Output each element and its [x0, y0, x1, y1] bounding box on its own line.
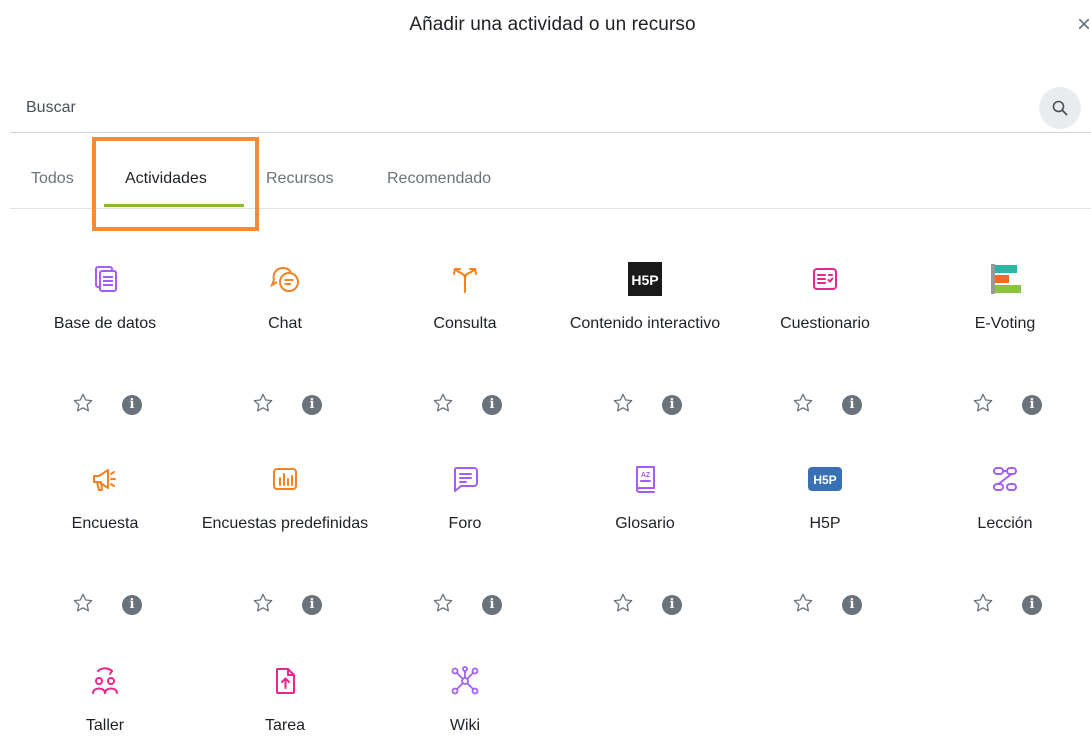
activity-name: Cuestionario: [780, 315, 870, 332]
star-outline-icon[interactable]: [612, 592, 638, 618]
star-outline-icon[interactable]: [72, 392, 98, 418]
activity-name: Glosario: [615, 515, 675, 532]
quiz-icon: [808, 262, 842, 296]
survey-chart-icon: [268, 462, 302, 496]
star-outline-icon[interactable]: [612, 392, 638, 418]
activity-name: Tarea: [264, 717, 306, 734]
lesson-icon: [988, 462, 1022, 496]
star-outline-icon[interactable]: [792, 392, 818, 418]
workshop-icon: [88, 664, 122, 698]
forum-icon: [448, 462, 482, 496]
h5p-badge-icon: H5P: [808, 462, 842, 496]
assignment-icon: [268, 664, 302, 698]
tab-recursos[interactable]: Recursos: [266, 170, 334, 188]
activity-name: Taller: [85, 717, 125, 734]
svg-text:H5P: H5P: [813, 473, 836, 487]
choice-icon: [448, 262, 482, 296]
info-icon[interactable]: i: [662, 595, 682, 615]
activity-name: E-Voting: [974, 315, 1036, 332]
star-outline-icon[interactable]: [432, 392, 458, 418]
info-icon[interactable]: i: [1022, 395, 1042, 415]
star-outline-icon[interactable]: [72, 592, 98, 618]
close-button[interactable]: ×: [1077, 12, 1091, 38]
chat-icon: [268, 262, 302, 296]
evoting-icon: [988, 262, 1022, 296]
info-icon[interactable]: i: [482, 595, 502, 615]
activity-name: Foro: [448, 515, 482, 532]
info-icon[interactable]: i: [842, 595, 862, 615]
activity-name: Lección: [977, 515, 1033, 532]
tab-todos[interactable]: Todos: [31, 170, 74, 188]
category-tabs: Todos Actividades Recursos Recomendado: [10, 154, 1091, 209]
star-outline-icon[interactable]: [972, 592, 998, 618]
info-icon[interactable]: i: [122, 595, 142, 615]
search-bar: [10, 84, 1091, 133]
info-icon[interactable]: i: [1022, 595, 1042, 615]
star-outline-icon[interactable]: [972, 392, 998, 418]
activity-name: H5P: [809, 515, 841, 532]
star-outline-icon[interactable]: [792, 592, 818, 618]
info-icon[interactable]: i: [482, 395, 502, 415]
info-icon[interactable]: i: [122, 395, 142, 415]
activity-name: Contenido interactivo: [569, 315, 721, 332]
glossary-icon: AZ: [628, 462, 662, 496]
info-icon[interactable]: i: [302, 595, 322, 615]
activity-name: Base de datos: [53, 315, 157, 332]
star-outline-icon[interactable]: [432, 592, 458, 618]
database-icon: [88, 262, 122, 296]
wiki-icon: [448, 664, 482, 698]
activity-name: Encuesta: [71, 515, 139, 532]
active-tab-indicator: [104, 204, 244, 207]
info-icon[interactable]: i: [302, 395, 322, 415]
modal-title: Añadir una actividad o un recurso: [409, 14, 696, 35]
h5p-logo-icon: H5P: [628, 262, 662, 296]
search-input[interactable]: [26, 96, 986, 120]
activity-name: Chat: [268, 315, 302, 332]
tab-actividades[interactable]: Actividades: [125, 170, 207, 188]
star-outline-icon[interactable]: [252, 592, 278, 618]
tab-recomendado[interactable]: Recomendado: [387, 170, 491, 188]
search-button[interactable]: [1039, 87, 1081, 129]
svg-text:AZ: AZ: [641, 472, 651, 479]
activity-name: Wiki: [449, 717, 481, 734]
star-outline-icon[interactable]: [252, 392, 278, 418]
info-icon[interactable]: i: [842, 395, 862, 415]
svg-text:H5P: H5P: [631, 272, 658, 288]
search-icon: [1052, 100, 1068, 116]
megaphone-icon: [88, 462, 122, 496]
activity-name: Consulta: [433, 315, 497, 332]
activity-name: Encuestas predefinidas: [201, 515, 369, 532]
info-icon[interactable]: i: [662, 395, 682, 415]
